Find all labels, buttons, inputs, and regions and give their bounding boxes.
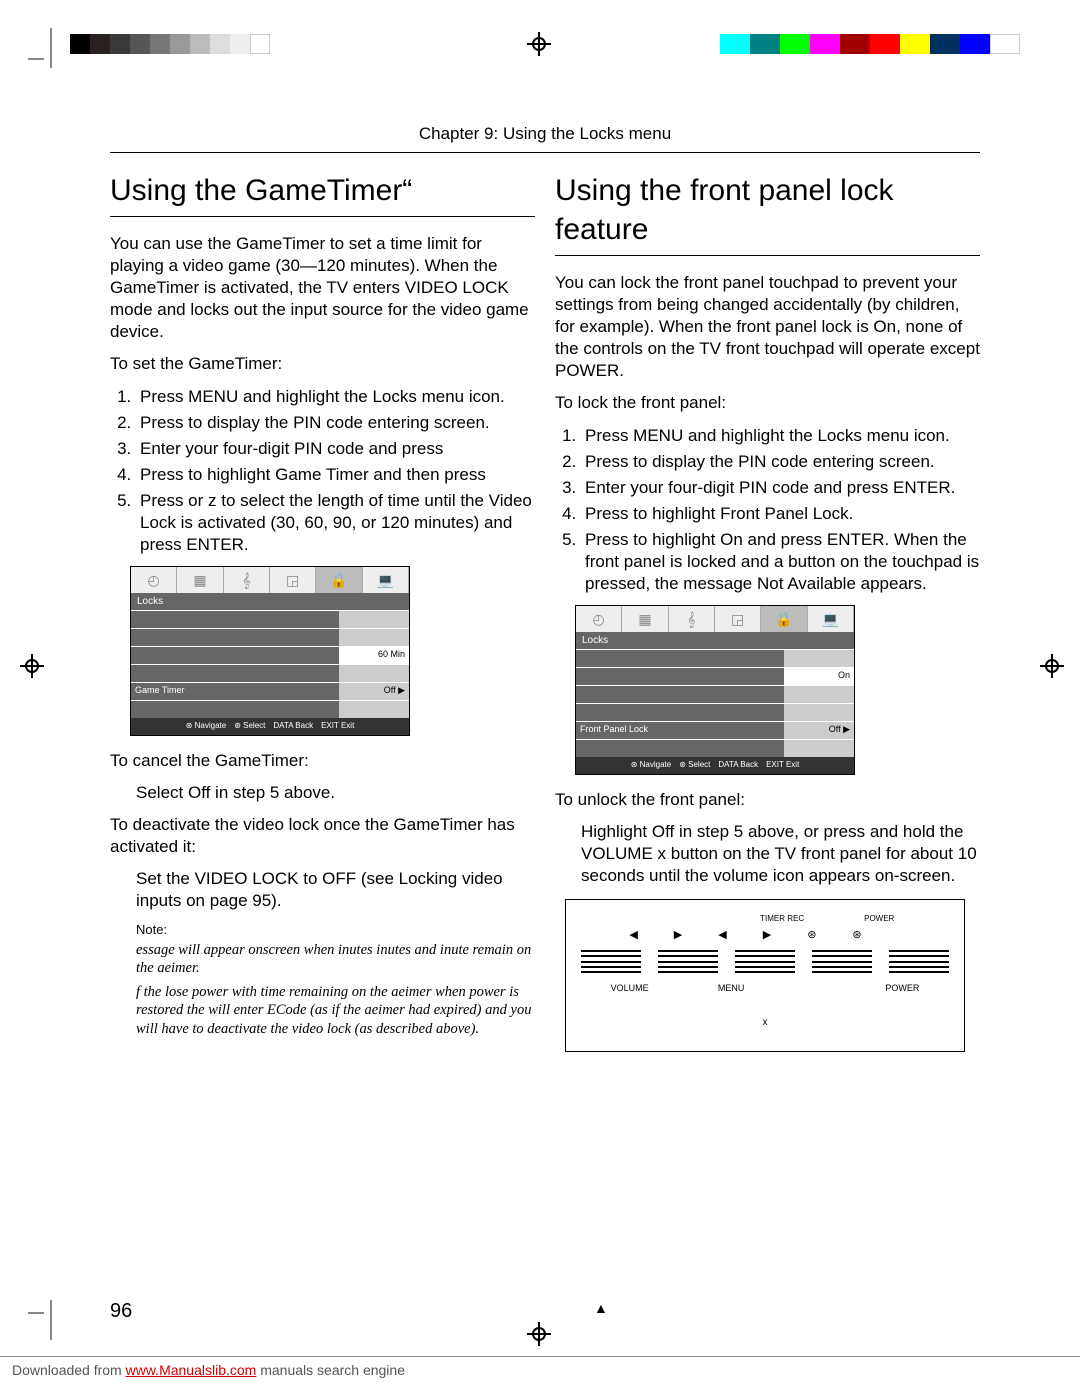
- footer-link[interactable]: www.Manualslib.com: [126, 1362, 257, 1378]
- chapter-heading: Chapter 9: Using the Locks menu: [110, 124, 980, 144]
- osd-tab-row: ◴ ▦ 𝄞 ◲ 🔒 💻: [131, 567, 409, 593]
- osd-tab-icon: 🔒: [761, 606, 807, 632]
- osd-selected-value: Off ▶: [339, 683, 409, 700]
- step: Press to display the PIN code entering s…: [581, 451, 980, 473]
- crop-mark: [50, 1300, 52, 1340]
- procedure-steps: Press MENU and highlight the Locks menu …: [555, 425, 980, 596]
- intro-paragraph: You can use the GameTimer to set a time …: [110, 233, 535, 343]
- procedure-heading: To deactivate the video lock once the Ga…: [110, 814, 535, 858]
- step: Press to highlight Game Timer and then p…: [136, 464, 535, 486]
- procedure-steps: Press MENU and highlight the Locks menu …: [110, 386, 535, 557]
- osd-tab-icon: 💻: [363, 567, 409, 593]
- step: Press or z to select the length of time …: [136, 490, 535, 556]
- osd-tab-row: ◴ ▦ 𝄞 ◲ 🔒 💻: [576, 606, 854, 632]
- horizontal-rule: [110, 216, 535, 217]
- fp-x-marker: x: [576, 1016, 954, 1029]
- osd-tab-icon: ◴: [131, 567, 177, 593]
- fp-indicator-label: POWER: [864, 914, 894, 924]
- right-column: Using the front panel lock feature You c…: [555, 171, 980, 1052]
- grayscale-calibration-strip: [70, 34, 270, 54]
- fp-button-label: VOLUME: [611, 983, 649, 995]
- crop-mark: [50, 28, 52, 68]
- right-arrow-icon: ▶: [674, 928, 682, 942]
- registration-target-icon: [527, 1322, 551, 1346]
- note-label: Note:: [110, 922, 535, 939]
- section-heading: Using the GameTimer“: [110, 171, 535, 210]
- osd-tab-icon: ▦: [622, 606, 668, 632]
- osd-tab-icon: 𝄞: [669, 606, 715, 632]
- procedure-body: Select Off in step 5 above.: [110, 782, 535, 804]
- step: Enter your four-digit PIN code and press: [136, 438, 535, 460]
- procedure-body: Highlight Off in step 5 above, or press …: [555, 821, 980, 887]
- osd-tab-icon: ◴: [576, 606, 622, 632]
- procedure-body: Set the VIDEO LOCK to OFF (see Locking v…: [110, 868, 535, 912]
- registration-target-icon: [527, 32, 551, 56]
- intro-paragraph: You can lock the front panel touchpad to…: [555, 272, 980, 382]
- osd-menu-title: Locks: [131, 593, 409, 610]
- left-arrow-icon: ◀: [629, 928, 637, 942]
- osd-selected-row: Front Panel Lock: [576, 722, 784, 739]
- step: Press MENU and highlight the Locks menu …: [136, 386, 535, 408]
- registration-target-icon: [1040, 654, 1064, 678]
- step: Press to highlight Front Panel Lock.: [581, 503, 980, 525]
- osd-menu-figure: ◴ ▦ 𝄞 ◲ 🔒 💻 Locks 60 Min Game TimerOff ▶: [130, 566, 410, 735]
- osd-tab-icon: 𝄞: [224, 567, 270, 593]
- horizontal-rule: [555, 255, 980, 256]
- fp-arrow-row: ◀ ▶ ◀ ▶ ⊛ ⊛: [576, 928, 954, 942]
- front-panel-figure: TIMER REC POWER ◀ ▶ ◀ ▶ ⊛ ⊛: [565, 899, 965, 1052]
- page-triangle-icon: ▲: [594, 1300, 608, 1316]
- procedure-heading: To lock the front panel:: [555, 392, 980, 414]
- color-calibration-strip: [720, 34, 1020, 54]
- osd-tab-icon: ◲: [715, 606, 761, 632]
- footer-rule: [0, 1356, 1080, 1357]
- procedure-heading: To set the GameTimer:: [110, 353, 535, 375]
- right-arrow-icon: ▶: [763, 928, 771, 942]
- osd-selected-value: Off ▶: [784, 722, 854, 739]
- horizontal-rule: [110, 152, 980, 153]
- step: Enter your four-digit PIN code and press…: [581, 477, 980, 499]
- note-body: essage will appear onscreen when inutes …: [110, 941, 535, 1038]
- indicator-dot-icon: ⊛: [852, 928, 861, 942]
- osd-menu-title: Locks: [576, 632, 854, 649]
- fp-button-label: POWER: [885, 983, 919, 995]
- osd-footer: ⊛ Navigate⊛ SelectDATA BackEXIT Exit: [576, 757, 854, 773]
- osd-tab-icon: ◲: [270, 567, 316, 593]
- osd-menu-figure: ◴ ▦ 𝄞 ◲ 🔒 💻 Locks On Front Panel LockOff…: [575, 605, 855, 774]
- procedure-heading: To unlock the front panel:: [555, 789, 980, 811]
- step: Press to highlight On and press ENTER. W…: [581, 529, 980, 595]
- step: Press MENU and highlight the Locks menu …: [581, 425, 980, 447]
- speaker-grill-icon: [812, 949, 872, 975]
- osd-selected-row: Game Timer: [131, 683, 339, 700]
- manual-page: Chapter 9: Using the Locks menu Using th…: [110, 124, 980, 1052]
- registration-target-icon: [20, 654, 44, 678]
- speaker-grill-icon: [581, 949, 641, 975]
- fp-indicator-label: TIMER REC: [760, 914, 804, 924]
- osd-tab-icon: ▦: [177, 567, 223, 593]
- osd-footer: ⊛ Navigate⊛ SelectDATA BackEXIT Exit: [131, 718, 409, 734]
- left-column: Using the GameTimer“ You can use the Gam…: [110, 171, 535, 1052]
- speaker-grill-icon: [735, 949, 795, 975]
- speaker-grill-icon: [889, 949, 949, 975]
- step: Press to display the PIN code entering s…: [136, 412, 535, 434]
- crop-mark: [28, 58, 44, 60]
- osd-tab-icon: 🔒: [316, 567, 362, 593]
- osd-popup-value: On: [784, 668, 854, 685]
- page-number: 96: [110, 1300, 132, 1323]
- section-heading: Using the front panel lock feature: [555, 171, 980, 249]
- crop-mark: [28, 1312, 44, 1314]
- speaker-grill-icon: [658, 949, 718, 975]
- left-arrow-icon: ◀: [718, 928, 726, 942]
- osd-popup-value: 60 Min: [339, 647, 409, 664]
- indicator-dot-icon: ⊛: [807, 928, 816, 942]
- fp-button-label: MENU: [718, 983, 745, 995]
- osd-tab-icon: 💻: [808, 606, 854, 632]
- procedure-heading: To cancel the GameTimer:: [110, 750, 535, 772]
- footer-text: Downloaded from www.Manualslib.com manua…: [12, 1362, 405, 1378]
